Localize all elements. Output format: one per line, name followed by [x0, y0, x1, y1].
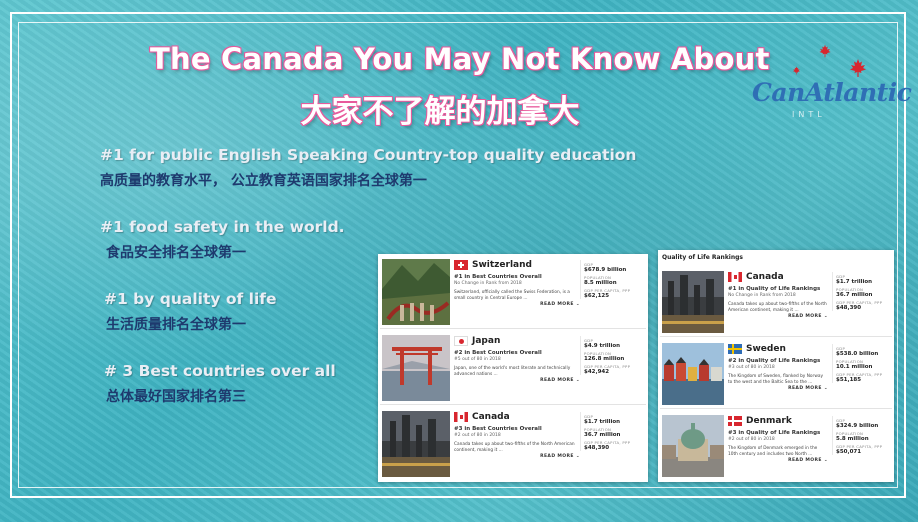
fact-english: # 3 Best countries over all — [104, 362, 336, 380]
canada-photo — [382, 411, 450, 477]
country-description: Canada takes up about two-fifths of the … — [728, 302, 827, 313]
rank-change: No Change in Rank from 2018 — [454, 281, 522, 286]
country-card[interactable]: Sweden #2 in Quality of Life Rankings #3… — [660, 340, 892, 409]
fact-chinese: 生活质量排名全球第一 — [106, 317, 246, 333]
sweden-flag-icon — [728, 344, 742, 354]
fact-quality-of-life: #1 by quality of life 生活质量排名全球第一 — [104, 290, 277, 334]
logo-subtext: INTL — [792, 110, 826, 119]
country-card[interactable]: Switzerland #1 in Best Countries Overall… — [380, 256, 646, 329]
fact-english: #1 by quality of life — [104, 290, 277, 308]
swiss-flag-icon — [454, 260, 468, 270]
country-name: Canada — [746, 272, 784, 282]
fact-english: #1 for public English Speaking Country-t… — [100, 146, 637, 164]
gdp-per-capita-value: $51,185 — [836, 377, 862, 383]
fact-chinese: 食品安全排名全球第一 — [106, 245, 246, 261]
japan-flag-icon — [454, 336, 468, 346]
population-value: 10.1 million — [836, 364, 873, 370]
canatlantic-logo: CanAtlantic INTL — [748, 42, 912, 122]
gdp-value: $1.7 trillion — [836, 279, 873, 285]
denmark-photo — [662, 415, 724, 477]
best-countries-panel: Switzerland #1 in Best Countries Overall… — [378, 254, 648, 482]
read-more-link[interactable]: READ MORE ⌄ — [728, 314, 828, 319]
population-value: 5.8 million — [836, 436, 869, 442]
rank-change: No Change in Rank from 2018 — [728, 293, 796, 298]
read-more-link[interactable]: READ MORE ⌄ — [454, 454, 580, 459]
read-more-link[interactable]: READ MORE ⌄ — [728, 386, 828, 391]
gdp-value: $324.9 billion — [836, 423, 879, 429]
population-value: 36.7 million — [836, 292, 873, 298]
maple-leaf-icon — [819, 44, 831, 58]
maple-leaf-icon — [850, 59, 866, 77]
gdp-value: $538.0 billion — [836, 351, 879, 357]
title-english: The Canada You May Not Know About — [150, 42, 770, 76]
rank-change: #2 out of 80 in 2018 — [454, 433, 501, 438]
country-description: The Kingdom of Sweden, flanked by Norway… — [728, 374, 824, 385]
read-more-link[interactable]: READ MORE ⌄ — [454, 302, 580, 307]
fact-food-safety: #1 food safety in the world. 食品安全排名全球第一 — [100, 218, 345, 262]
gdp-per-capita-value: $48,390 — [836, 305, 862, 311]
rank-label: #1 in Best Countries Overall — [454, 274, 542, 280]
rank-change: #3 out of 80 in 2018 — [728, 365, 775, 370]
country-description: The Kingdom of Denmark emerged in the 10… — [728, 446, 818, 457]
country-card[interactable]: Denmark #3 in Quality of Life Rankings #… — [660, 412, 892, 480]
country-name: Sweden — [746, 344, 786, 354]
population-value: 126.8 million — [584, 356, 625, 362]
rank-label: #3 in Best Countries Overall — [454, 426, 542, 432]
canada-flag-icon — [454, 412, 468, 422]
quality-of-life-panel: Quality of Life Rankings Canada #1 in Qu… — [658, 250, 894, 482]
fact-best-countries: # 3 Best countries over all 总体最好国家排名第三 — [104, 362, 336, 406]
fact-chinese: 高质量的教育水平， 公立教育英语国家排名全球第一 — [100, 173, 427, 189]
denmark-flag-icon — [728, 416, 742, 426]
gdp-per-capita-value: $48,390 — [584, 445, 610, 451]
population-value: 8.5 million — [584, 280, 617, 286]
gdp-value: $4.9 trillion — [584, 343, 621, 349]
rank-change: #2 out of 80 in 2018 — [728, 437, 775, 442]
japan-photo — [382, 335, 450, 401]
panel-title: Quality of Life Rankings — [662, 254, 743, 261]
country-name: Japan — [472, 336, 501, 346]
country-card[interactable]: Canada #3 in Best Countries Overall #2 o… — [380, 408, 646, 480]
country-description: Japan, one of the world's most literate … — [454, 366, 571, 377]
gdp-per-capita-value: $62,125 — [584, 293, 610, 299]
rank-label: #2 in Quality of Life Rankings — [728, 358, 821, 364]
fact-education: #1 for public English Speaking Country-t… — [100, 146, 636, 190]
slide: The Canada You May Not Know About 大家不了解的… — [0, 0, 918, 522]
title-chinese: 大家不了解的加拿大 — [300, 94, 580, 130]
rank-label: #2 in Best Countries Overall — [454, 350, 542, 356]
maple-leaf-icon — [792, 66, 801, 75]
fact-english: #1 food safety in the world. — [100, 218, 345, 236]
canada-flag-icon — [728, 272, 742, 282]
country-name: Switzerland — [472, 260, 532, 270]
rank-label: #3 in Quality of Life Rankings — [728, 430, 821, 436]
gdp-per-capita-value: $42,942 — [584, 369, 610, 375]
gdp-value: $678.9 billion — [584, 267, 627, 273]
gdp-value: $1.7 trillion — [584, 419, 621, 425]
country-card[interactable]: Japan #2 in Best Countries Overall #5 ou… — [380, 332, 646, 405]
rank-label: #1 in Quality of Life Rankings — [728, 286, 821, 292]
read-more-link[interactable]: READ MORE ⌄ — [728, 458, 828, 463]
country-description: Canada takes up about two-fifths of the … — [454, 442, 575, 453]
rank-change: #5 out of 80 in 2018 — [454, 357, 501, 362]
logo-text: CanAtlantic — [752, 78, 912, 107]
country-name: Denmark — [746, 416, 792, 426]
country-description: Switzerland, officially called the Swiss… — [454, 290, 570, 301]
fact-chinese: 总体最好国家排名第三 — [106, 389, 246, 405]
country-name: Canada — [472, 412, 510, 422]
read-more-link[interactable]: READ MORE ⌄ — [454, 378, 580, 383]
sweden-photo — [662, 343, 724, 405]
canada-photo — [662, 271, 724, 333]
country-card[interactable]: Canada #1 in Quality of Life Rankings No… — [660, 268, 892, 337]
population-value: 36.7 million — [584, 432, 621, 438]
switzerland-photo — [382, 259, 450, 325]
gdp-per-capita-value: $50,071 — [836, 449, 862, 455]
